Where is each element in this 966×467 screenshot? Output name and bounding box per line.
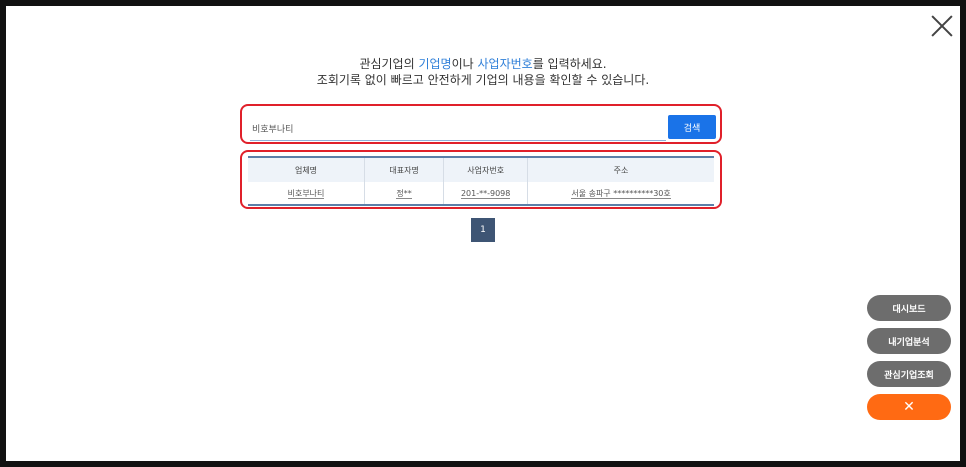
modal: 관심기업의 기업명이나 사업자번호를 입력하세요. 조회기록 없이 빠르고 안전…: [6, 6, 960, 461]
cell-company[interactable]: 비호부나티: [287, 188, 325, 199]
cell-biz-number: 201-**-9098: [460, 188, 511, 199]
highlight-company-name: 기업명: [418, 57, 452, 71]
table-row[interactable]: 비호부나티 정** 201-**-9098 서울 송파구 **********3…: [248, 182, 714, 206]
result-box: 업체명 대표자명 사업자번호 주소 비호부나티 정** 201-**-9098 …: [240, 150, 722, 209]
interest-lookup-button[interactable]: 관심기업조회: [867, 361, 951, 387]
cell-ceo: 정**: [396, 188, 412, 199]
header-biz-number: 사업자번호: [443, 157, 529, 182]
result-table: 업체명 대표자명 사업자번호 주소 비호부나티 정** 201-**-9098 …: [248, 156, 714, 206]
header-company: 업체명: [248, 157, 365, 182]
search-input[interactable]: [250, 116, 666, 141]
my-analysis-button[interactable]: 내기업분석: [867, 328, 951, 354]
dashboard-button[interactable]: 대시보드: [867, 295, 951, 321]
close-menu-button[interactable]: ✕: [867, 394, 951, 420]
header-ceo: 대표자명: [364, 157, 445, 182]
page-button-1[interactable]: 1: [471, 218, 495, 242]
header-address: 주소: [613, 165, 629, 175]
cell-address: 서울 송파구 **********30호: [571, 188, 671, 199]
intro-line-2: 조회기록 없이 빠르고 안전하게 기업의 내용을 확인할 수 있습니다.: [316, 73, 650, 87]
search-button[interactable]: 검색: [668, 115, 716, 139]
table-header-row: 업체명 대표자명 사업자번호 주소: [248, 157, 714, 182]
close-icon[interactable]: [930, 14, 954, 38]
highlight-business-number: 사업자번호: [477, 57, 533, 71]
search-box: 검색: [240, 104, 722, 144]
intro-text: 관심기업의 기업명이나 사업자번호를 입력하세요. 조회기록 없이 빠르고 안전…: [6, 56, 960, 88]
